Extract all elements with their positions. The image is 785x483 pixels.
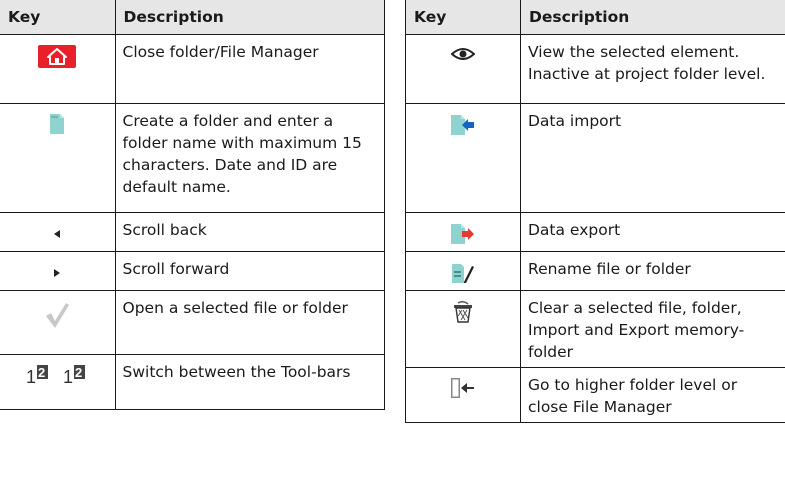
eye-icon bbox=[450, 45, 476, 67]
row-description: Data export bbox=[520, 212, 785, 252]
table-row: View the selected element. Inactive at p… bbox=[405, 34, 785, 104]
row-description: Go to higher folder level or close File … bbox=[520, 367, 785, 423]
row-description: Scroll back bbox=[114, 212, 385, 252]
svg-text:1: 1 bbox=[26, 367, 36, 385]
table-row: Data import bbox=[405, 103, 785, 213]
svg-text:2: 2 bbox=[38, 365, 45, 380]
table-row: Go to higher folder level or close File … bbox=[405, 367, 785, 423]
triangle-right-icon bbox=[52, 262, 62, 284]
row-description: Create a folder and enter a folder name … bbox=[114, 103, 385, 213]
svg-text:1: 1 bbox=[63, 367, 73, 385]
trash-icon bbox=[453, 300, 473, 329]
table-header-row: Key Description bbox=[405, 0, 785, 35]
description-column-header: Description bbox=[520, 0, 785, 35]
row-description: Open a selected file or folder bbox=[114, 290, 385, 355]
table-row: Clear a selected file, folder, Import an… bbox=[405, 290, 785, 368]
table-header-row: Key Description bbox=[0, 0, 385, 35]
row-description: Data import bbox=[520, 103, 785, 213]
table-row: Open a selected file or folder bbox=[0, 290, 385, 355]
rename-icon bbox=[452, 262, 474, 290]
svg-text:2: 2 bbox=[75, 365, 82, 380]
row-description: Clear a selected file, folder, Import an… bbox=[520, 290, 785, 368]
new-folder-icon bbox=[50, 114, 65, 140]
row-description: Rename file or folder bbox=[520, 251, 785, 291]
data-import-icon bbox=[451, 114, 475, 142]
triangle-left-icon bbox=[52, 223, 62, 245]
exit-door-icon bbox=[451, 378, 475, 404]
description-column-header: Description bbox=[114, 0, 385, 35]
table-row: 1 2 1 2 Switch between the Tool-bars bbox=[0, 354, 385, 410]
table-row: Rename file or folder bbox=[405, 251, 785, 291]
key-column-header: Key bbox=[0, 0, 116, 35]
data-export-icon bbox=[451, 223, 475, 251]
key-column-header: Key bbox=[405, 0, 521, 35]
row-description: View the selected element. Inactive at p… bbox=[520, 34, 785, 104]
table-row: Data export bbox=[405, 212, 785, 252]
keys-table-left: Key Description Close folder/File Manage… bbox=[0, 0, 385, 410]
checkmark-icon bbox=[44, 301, 70, 335]
keys-table-right: Key Description View the selected elemen… bbox=[405, 0, 785, 423]
table-row: Close folder/File Manager bbox=[0, 34, 385, 104]
table-row: Scroll back bbox=[0, 212, 385, 252]
row-description: Switch between the Tool-bars bbox=[114, 354, 385, 410]
toolbar-switch-icon: 1 2 1 2 bbox=[26, 365, 88, 391]
table-row: Scroll forward bbox=[0, 251, 385, 291]
row-description: Scroll forward bbox=[114, 251, 385, 291]
table-row: Create a folder and enter a folder name … bbox=[0, 103, 385, 213]
home-icon bbox=[38, 45, 77, 74]
row-description: Close folder/File Manager bbox=[114, 34, 385, 104]
